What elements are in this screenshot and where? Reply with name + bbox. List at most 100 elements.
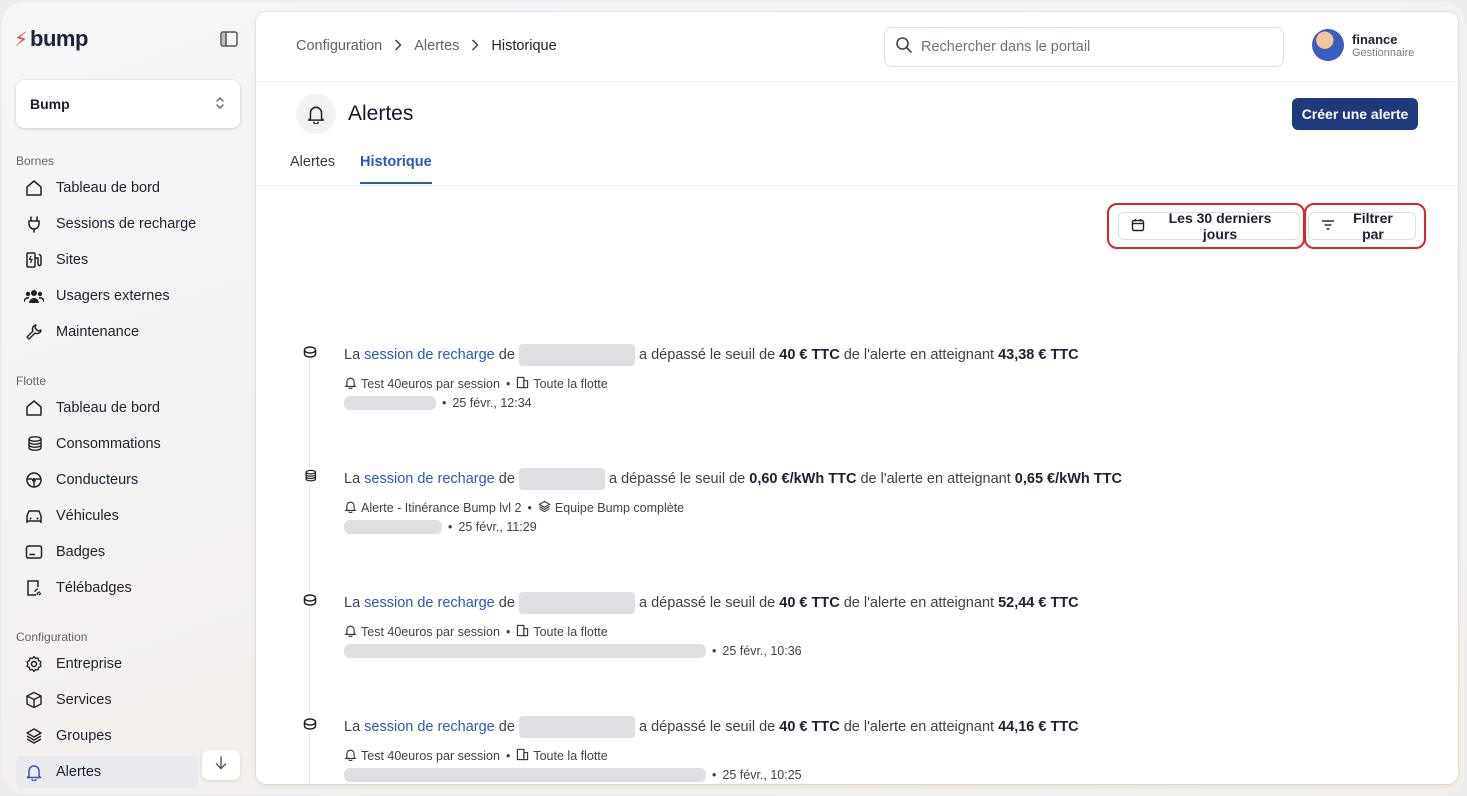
alert-name[interactable]: Test 40euros par session xyxy=(361,749,500,763)
bullet-separator: • xyxy=(448,520,453,534)
logo[interactable]: ⚡ bump xyxy=(14,26,88,52)
sidebar-item-label: Tableau de bord xyxy=(56,400,160,416)
layers-icon xyxy=(538,500,551,516)
redacted-text xyxy=(518,592,635,614)
sidebar-item-label: Véhicules xyxy=(56,508,119,524)
message-suffix: de l'alerte en atteignant xyxy=(843,347,995,363)
breadcrumb-current: Historique xyxy=(491,38,557,54)
sidebar-item-alerts[interactable]: Alertes xyxy=(16,756,198,788)
sidebar-item-vehicles[interactable]: Véhicules xyxy=(16,500,240,532)
chevron-right-icon xyxy=(471,38,479,54)
session-link[interactable]: session de recharge xyxy=(364,347,495,363)
scroll-down-button[interactable] xyxy=(202,750,240,780)
bullet-separator: • xyxy=(505,625,511,639)
redacted-text xyxy=(344,768,706,782)
coin-icon xyxy=(300,590,320,610)
coin-icon xyxy=(300,714,320,734)
alert-scope: Toute la flotte xyxy=(533,625,608,639)
bullet-separator: • xyxy=(442,396,447,410)
sidebar-item-label: Sites xyxy=(56,252,89,268)
alert-time-row: • 25 févr., 10:25 xyxy=(344,768,802,782)
alert-time-row: • 25 févr., 11:29 xyxy=(344,520,537,534)
breadcrumb: Configuration Alertes Historique xyxy=(296,38,557,54)
sidebar-item-maintenance[interactable]: Maintenance xyxy=(16,316,240,348)
alert-name[interactable]: Test 40euros par session xyxy=(361,377,500,391)
sidebar-item-services[interactable]: Services xyxy=(16,684,240,716)
tab-historique[interactable]: Historique xyxy=(360,154,432,184)
sidebar-item-sessions[interactable]: Sessions de recharge xyxy=(16,208,240,240)
car-icon xyxy=(24,506,44,526)
message-prefix: La xyxy=(344,719,361,735)
sidebar-item-external-users[interactable]: Usagers externes xyxy=(16,280,240,312)
sidebar-item-sites[interactable]: Sites xyxy=(16,244,240,276)
sidebar-item-label: Entreprise xyxy=(56,656,123,672)
sidebar-toggle-icon[interactable] xyxy=(220,31,238,47)
message-middle: a dépassé le seuil de xyxy=(638,595,776,611)
message-de: de xyxy=(498,471,515,487)
organization-select-value: Bump xyxy=(30,96,70,112)
breadcrumb-configuration[interactable]: Configuration xyxy=(296,38,382,54)
sidebar-item-drivers[interactable]: Conducteurs xyxy=(16,464,240,496)
filter-button[interactable]: Filtrer par xyxy=(1308,210,1416,242)
building-icon xyxy=(516,376,529,392)
threshold-value: 40 € TTC xyxy=(779,347,840,363)
redacted-text xyxy=(344,644,706,658)
redacted-text xyxy=(518,344,635,366)
create-alert-button[interactable]: Créer une alerte xyxy=(1292,98,1418,130)
alert-scope: Equipe Bump complète xyxy=(554,501,685,515)
alert-timestamp: 25 févr., 10:36 xyxy=(722,644,802,658)
sidebar-item-label: Services xyxy=(56,692,112,708)
section-label-bornes: Bornes xyxy=(16,154,55,168)
redacted-text xyxy=(344,396,436,410)
alert-meta: Alerte - Itinérance Bump lvl 2 • Equipe … xyxy=(344,500,684,516)
page-header: Alertes xyxy=(296,94,413,134)
alert-meta: Test 40euros par session • Toute la flot… xyxy=(344,748,608,764)
sidebar-item-consumption[interactable]: Consommations xyxy=(16,428,240,460)
sidebar-item-telebadges[interactable]: Télébadges xyxy=(16,572,240,604)
bell-icon xyxy=(24,762,44,782)
section-label-flotte: Flotte xyxy=(16,374,47,388)
sidebar-item-groups[interactable]: Groupes xyxy=(16,720,240,752)
avatar xyxy=(1312,29,1344,61)
tab-alertes[interactable]: Alertes xyxy=(290,154,335,182)
building-icon xyxy=(516,624,529,640)
date-range-button[interactable]: Les 30 derniers jours xyxy=(1118,210,1300,242)
session-link[interactable]: session de recharge xyxy=(364,719,495,735)
session-link[interactable]: session de recharge xyxy=(364,471,495,487)
breadcrumb-alertes[interactable]: Alertes xyxy=(414,38,459,54)
alert-scope: Toute la flotte xyxy=(533,377,608,391)
steering-wheel-icon xyxy=(24,470,44,490)
user-menu[interactable]: finance Gestionnaire xyxy=(1312,29,1414,61)
alert-name[interactable]: Alerte - Itinérance Bump lvl 2 xyxy=(361,501,522,515)
message-prefix: La xyxy=(344,595,361,611)
tab-bar: Alertes Historique xyxy=(256,146,1458,186)
bullet-separator: • xyxy=(505,377,511,391)
alert-message: La session de recharge de a dépassé le s… xyxy=(344,344,1079,366)
sidebar-item-badges[interactable]: Badges xyxy=(16,536,240,568)
alert-meta: Test 40euros par session • Toute la flot… xyxy=(344,376,608,392)
message-middle: a dépassé le seuil de xyxy=(608,471,746,487)
sidebar-item-company[interactable]: Entreprise xyxy=(16,648,240,680)
sidebar-item-fleet-dashboard[interactable]: Tableau de bord xyxy=(16,392,240,424)
layers-icon xyxy=(24,726,44,746)
home-icon xyxy=(24,178,44,198)
message-de: de xyxy=(498,347,515,363)
alert-message: La session de recharge de a dépassé le s… xyxy=(344,468,1122,490)
message-prefix: La xyxy=(344,347,361,363)
reached-value: 43,38 € TTC xyxy=(998,347,1079,363)
card-icon xyxy=(24,542,44,562)
alert-name[interactable]: Test 40euros par session xyxy=(361,625,500,639)
building-icon xyxy=(516,748,529,764)
sidebar-item-label: Conducteurs xyxy=(56,472,139,488)
alert-meta: Test 40euros par session • Toute la flot… xyxy=(344,624,608,640)
search-placeholder: Rechercher dans le portail xyxy=(921,39,1091,55)
session-link[interactable]: session de recharge xyxy=(364,595,495,611)
sidebar-item-bornes-dashboard[interactable]: Tableau de bord xyxy=(16,172,240,204)
reached-value: 52,44 € TTC xyxy=(998,595,1079,611)
search-input[interactable]: Rechercher dans le portail xyxy=(884,27,1284,67)
bullet-separator: • xyxy=(712,768,717,782)
calendar-icon xyxy=(1131,218,1145,235)
organization-select[interactable]: Bump xyxy=(16,80,240,128)
search-icon xyxy=(895,36,913,58)
alert-time-row: • 25 févr., 10:36 xyxy=(344,644,802,658)
